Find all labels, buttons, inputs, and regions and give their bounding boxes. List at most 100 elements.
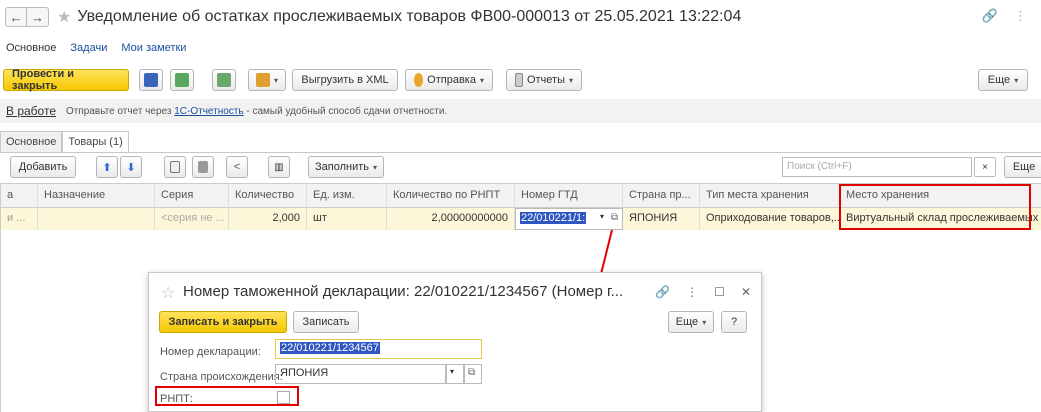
forward-button[interactable]: → — [27, 7, 49, 27]
add-row-button[interactable]: Добавить — [10, 156, 76, 178]
add-row-label: Добавить — [18, 161, 68, 173]
tab-basic[interactable]: Основное — [0, 131, 63, 152]
divider — [0, 152, 1041, 153]
print-icon — [255, 73, 270, 87]
chevron-down-icon[interactable]: ▾ — [600, 212, 604, 221]
favorite-star-icon[interactable]: ☆ — [161, 283, 175, 303]
row-cell-purpose[interactable] — [38, 208, 155, 230]
share-button[interactable]: < — [226, 156, 248, 178]
highlight-box-rnpt — [155, 386, 299, 406]
table-more-button[interactable]: Еще — [1004, 156, 1041, 178]
table-more-label: Еще — [1012, 161, 1036, 173]
chevron-down-icon: ▾ — [373, 162, 378, 172]
dialog-more-button[interactable]: Еще ▾ — [668, 311, 714, 333]
post-and-close-button[interactable]: Провести и закрыть — [3, 68, 129, 92]
column-header[interactable]: Тип места хранения — [700, 184, 840, 208]
row-cell-rnpt-qty[interactable]: 2,00000000000 — [387, 208, 515, 230]
move-up-button[interactable]: ⬆ — [96, 156, 118, 178]
dialog-more-label: Еще — [675, 316, 699, 328]
row-cell-storage-type[interactable]: Оприходование товаров,... — [700, 208, 840, 230]
move-down-button[interactable]: ⬇ — [120, 156, 142, 178]
reports-label: Отчеты — [526, 74, 565, 86]
copy-icon — [170, 161, 180, 173]
save-and-close-button[interactable]: Записать и закрыть — [159, 311, 287, 333]
unpost-button[interactable] — [212, 69, 236, 91]
search-input[interactable]: Поиск (Ctrl+F) — [782, 157, 972, 177]
column-header[interactable]: Количество по РНПТ — [387, 184, 515, 208]
save-button[interactable] — [139, 69, 163, 91]
row-cell-unit[interactable]: шт — [307, 208, 387, 230]
row-cell-series[interactable]: <серия не ... — [155, 208, 229, 230]
help-label: ? — [730, 316, 738, 328]
column-header[interactable]: Серия — [155, 184, 229, 208]
send-button[interactable]: Отправка ▾ — [405, 69, 493, 91]
info-message: Отправьте отчет через 1С-Отчетность - са… — [66, 106, 447, 117]
export-xml-label: Выгрузить в XML — [301, 74, 389, 86]
tab-main[interactable]: Основное — [6, 42, 56, 54]
decl-number-input[interactable]: 22/010221/1234567 — [275, 339, 482, 359]
gtd-selected-text: 22/010221/1: — [520, 212, 587, 224]
tab-notes[interactable]: Мои заметки — [121, 42, 186, 54]
reports-button[interactable]: Отчеты ▾ — [506, 69, 582, 91]
barcode-icon: ▥ — [274, 161, 284, 173]
tab-goods[interactable]: Товары (1) — [62, 131, 129, 152]
tab-tasks[interactable]: Задачи — [70, 42, 107, 54]
more-button[interactable]: Еще ▾ — [978, 69, 1028, 91]
gtd-input-cell[interactable]: 22/010221/1: ▾ ⧉ — [515, 208, 623, 230]
column-header[interactable]: Номер ГТД — [515, 184, 623, 208]
save-and-close-label: Записать и закрыть — [168, 316, 278, 328]
column-header[interactable]: Страна пр... — [623, 184, 700, 208]
column-header[interactable]: Назначение — [38, 184, 155, 208]
column-header[interactable]: Ед. изм. — [307, 184, 387, 208]
report-icon — [515, 73, 523, 87]
document-green-icon — [217, 73, 231, 87]
info-message-prefix: Отправьте отчет через — [66, 105, 172, 117]
arrow-down-icon: ⬇ — [126, 161, 136, 174]
country-dropdown-button[interactable]: ▾ — [446, 364, 464, 384]
dialog-save-label: Записать — [302, 316, 350, 328]
page-tabs: Основное Товары (1) — [0, 131, 129, 152]
maximize-icon[interactable]: ☐ — [714, 285, 725, 299]
link-icon[interactable]: 🔗 — [655, 285, 670, 299]
delete-row-button[interactable] — [192, 156, 214, 178]
fill-button[interactable]: Заполнить ▾ — [308, 156, 384, 178]
back-button[interactable]: ← — [5, 7, 27, 27]
row-cell-country[interactable]: ЯПОНИЯ — [623, 208, 700, 230]
row-cell-qty[interactable]: 2,000 — [229, 208, 307, 230]
help-button[interactable]: ? — [721, 311, 747, 333]
status-link[interactable]: В работе — [6, 104, 56, 118]
column-header[interactable]: а — [1, 184, 38, 208]
link-icon[interactable]: 🔗 — [982, 8, 998, 24]
column-header[interactable]: Количество — [229, 184, 307, 208]
chevron-down-icon: ▾ — [479, 75, 484, 85]
arrow-right-icon: → — [31, 9, 44, 25]
command-bar: Провести и закрыть ▾ Выгрузить в XML Отп… — [0, 68, 1041, 93]
close-icon[interactable]: ✕ — [741, 285, 751, 299]
chevron-down-icon: ▾ — [702, 317, 707, 327]
fill-label: Заполнить — [314, 161, 369, 173]
chevron-down-icon: ▾ — [568, 75, 573, 85]
country-input[interactable]: ЯПОНИЯ — [275, 364, 446, 384]
favorite-star-icon[interactable]: ★ — [57, 7, 71, 27]
post-button[interactable] — [170, 69, 194, 91]
more-vertical-icon[interactable]: ⋮ — [686, 285, 698, 299]
copy-row-button[interactable] — [164, 156, 186, 178]
arrow-up-icon: ⬆ — [102, 161, 112, 174]
open-link-icon[interactable]: ⧉ — [611, 212, 618, 223]
clear-search-button[interactable]: × — [974, 157, 996, 177]
floppy-icon — [144, 73, 158, 87]
more-vertical-icon[interactable]: ⋮ — [1014, 8, 1027, 24]
export-xml-button[interactable]: Выгрузить в XML — [292, 69, 398, 91]
dialog-save-button[interactable]: Записать — [293, 311, 359, 333]
row-cell-0[interactable]: и ... — [1, 208, 38, 230]
form-tabs: Основное Задачи Мои заметки — [0, 38, 186, 58]
barcode-button[interactable]: ▥ — [268, 156, 290, 178]
delete-icon — [198, 161, 208, 173]
print-button[interactable]: ▾ — [248, 69, 286, 91]
reporting-link[interactable]: 1С-Отчетность — [174, 106, 243, 117]
chevron-down-icon: ▾ — [1014, 75, 1019, 85]
share-icon: < — [233, 161, 241, 173]
country-open-button[interactable]: ⧉ — [464, 364, 482, 384]
info-bar: В работе Отправьте отчет через 1С-Отчетн… — [0, 99, 1041, 123]
table-toolbar: Добавить ⬆ ⬇ < ▥ Заполнить ▾ Поиск (Ctrl+… — [0, 156, 1041, 180]
